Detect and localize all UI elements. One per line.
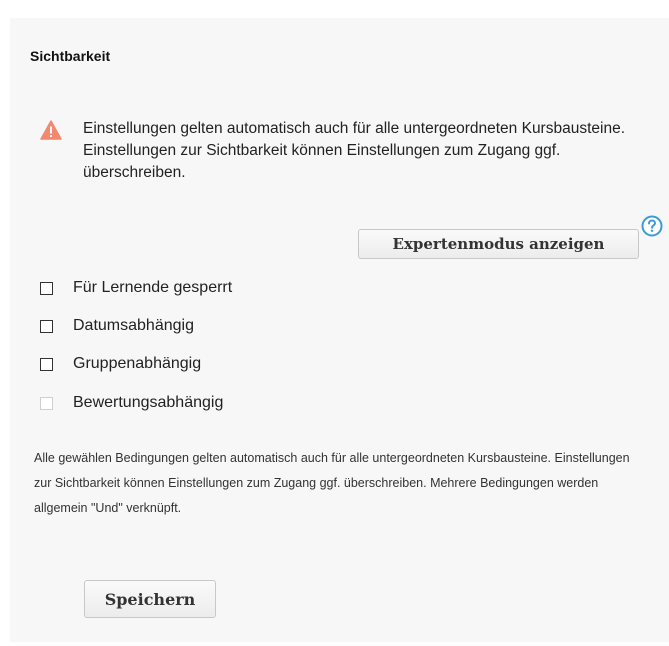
checkbox-label: Bewertungsabhängig bbox=[73, 394, 224, 411]
checkbox-label: Gruppenabhängig bbox=[73, 355, 202, 372]
condition-locked-for-learners[interactable]: Für Lernende gesperrt bbox=[40, 277, 232, 299]
checkbox[interactable] bbox=[40, 281, 53, 295]
checkbox-label: Für Lernende gesperrt bbox=[73, 279, 233, 296]
save-button[interactable]: Speichern bbox=[84, 580, 216, 618]
warning-triangle-icon bbox=[40, 120, 62, 140]
condition-date-dependent[interactable]: Datumsabhängig bbox=[40, 315, 194, 337]
warning-text: Einstellungen gelten automatisch auch fü… bbox=[83, 120, 626, 181]
checkbox[interactable] bbox=[40, 357, 53, 371]
expert-mode-button[interactable]: Expertenmodus anzeigen bbox=[358, 229, 639, 259]
checkbox-label: Datumsabhängig bbox=[73, 317, 194, 334]
section-title: Sichtbarkeit bbox=[30, 48, 111, 64]
condition-assessment-dependent: Bewertungsabhängig bbox=[40, 392, 223, 414]
checkbox[interactable] bbox=[40, 319, 53, 333]
help-circle-icon[interactable] bbox=[641, 215, 663, 237]
checkbox-disabled bbox=[40, 396, 53, 410]
condition-group-dependent[interactable]: Gruppenabhängig bbox=[40, 353, 201, 375]
conditions-note: Alle gewählen Bedingungen gelten automat… bbox=[34, 451, 630, 515]
